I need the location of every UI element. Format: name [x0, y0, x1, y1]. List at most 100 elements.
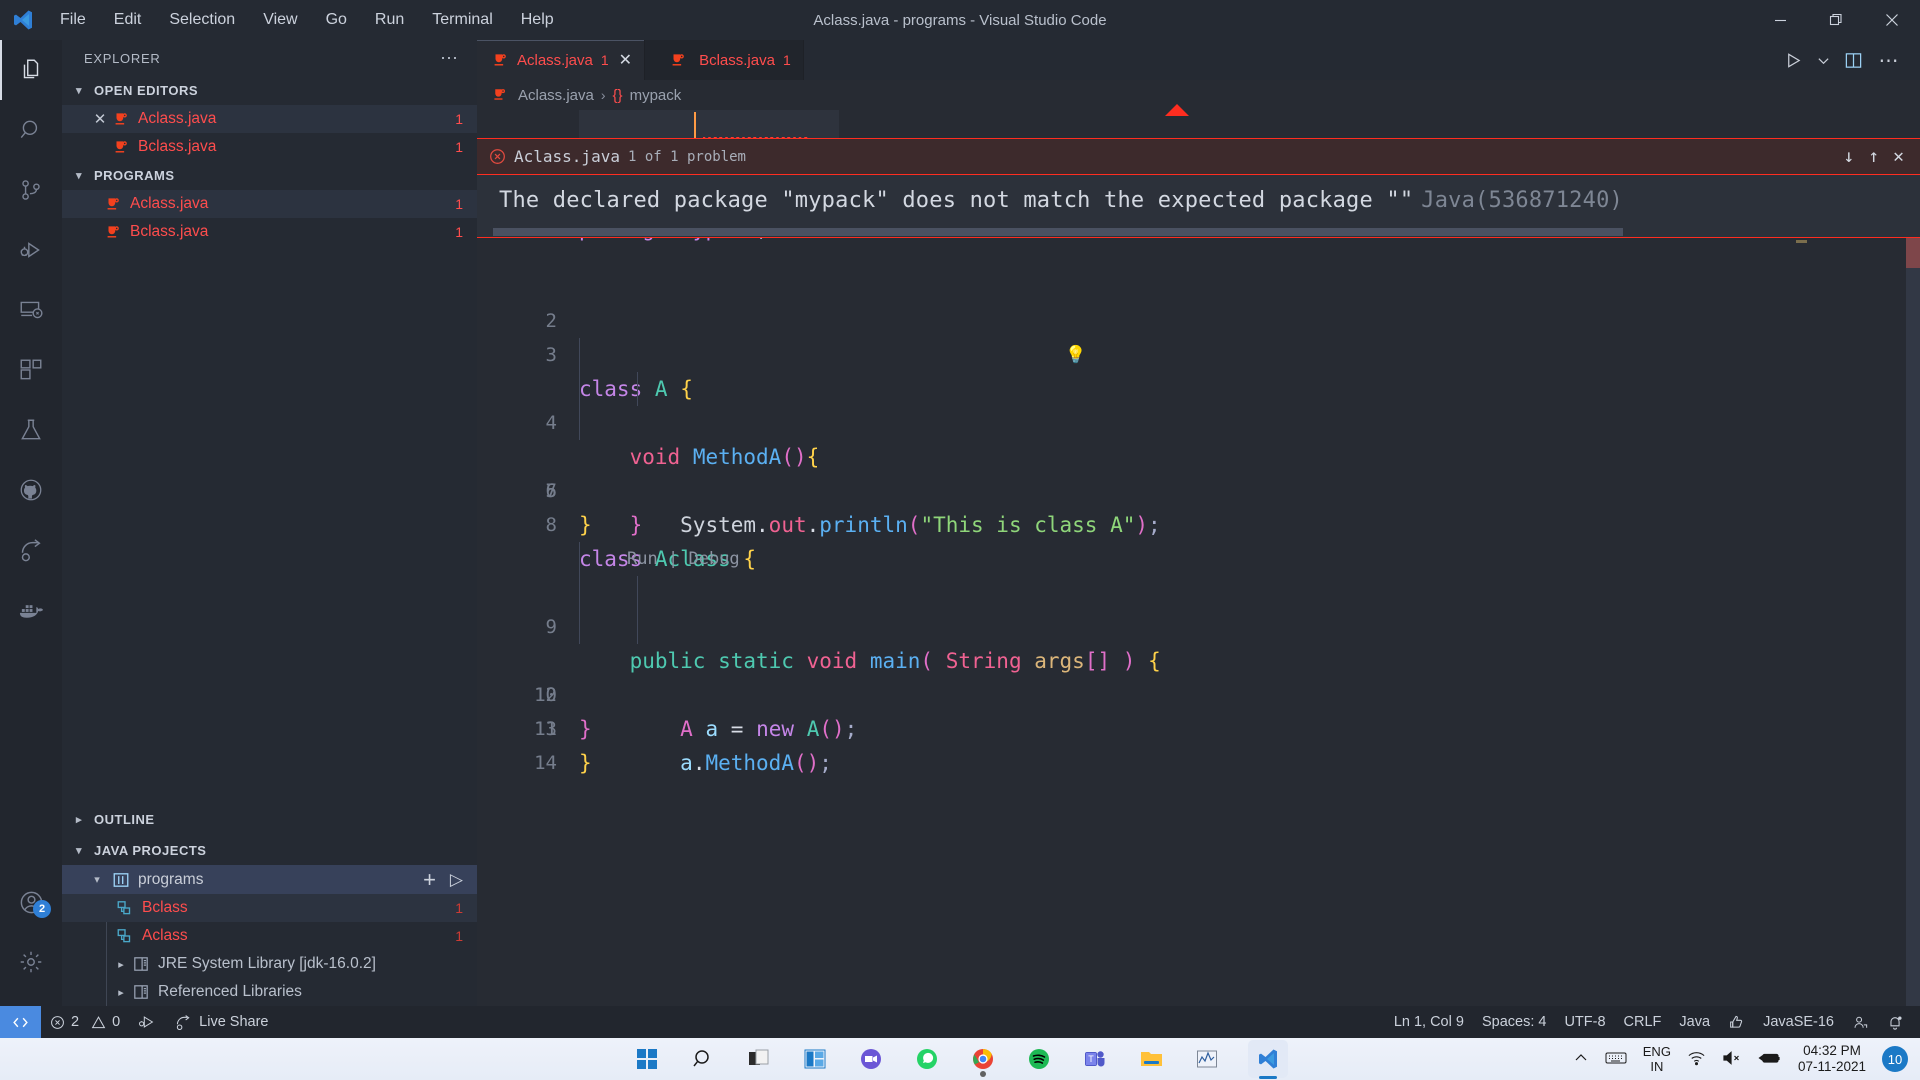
activitybar-testing[interactable]	[0, 400, 62, 460]
run-icon[interactable]: ▷	[450, 870, 463, 890]
volume-muted-icon[interactable]	[1722, 1050, 1742, 1069]
tab-bclass-java[interactable]: Bclass.java 1	[645, 40, 804, 80]
split-editor-icon[interactable]	[1836, 43, 1870, 77]
code-line-11[interactable]: 11 a.MethodA();	[477, 610, 1920, 644]
status-ports[interactable]	[129, 1006, 165, 1038]
wifi-icon[interactable]	[1687, 1050, 1706, 1069]
section-programs[interactable]: ▾ PROGRAMS	[62, 161, 477, 190]
code-line-5[interactable]: 5 System.out.println("This is class A");	[477, 372, 1920, 406]
chevron-down-icon[interactable]	[1812, 43, 1834, 77]
activitybar-search[interactable]	[0, 100, 62, 160]
code-line-3[interactable]: 3 class A {	[477, 304, 1920, 338]
windows-start-icon[interactable]	[632, 1044, 662, 1074]
status-cursor-position[interactable]: Ln 1, Col 9	[1385, 1006, 1473, 1038]
menu-terminal[interactable]: Terminal	[418, 5, 506, 35]
peek-horizontal-scrollbar[interactable]	[477, 227, 1920, 237]
language-indicator[interactable]: ENG IN	[1643, 1044, 1671, 1074]
status-eol[interactable]: CRLF	[1615, 1006, 1671, 1038]
activity-monitor-icon[interactable]	[1192, 1044, 1222, 1074]
menu-go[interactable]: Go	[312, 5, 361, 35]
battery-charging-icon[interactable]	[1758, 1050, 1782, 1069]
close-icon[interactable]: ✕	[88, 110, 112, 128]
chevron-up-icon[interactable]	[1573, 1050, 1589, 1069]
file-explorer-icon[interactable]	[1136, 1044, 1166, 1074]
ellipsis-icon[interactable]: ⋯	[1872, 43, 1906, 77]
task-view-icon[interactable]	[744, 1044, 774, 1074]
code-editor[interactable]: 1 package mypack; 2 💡 3 class A { 4 void…	[477, 110, 1920, 986]
status-problems[interactable]: 2 0	[41, 1006, 129, 1038]
breadcrumb[interactable]: Aclass.java › {} mypack	[477, 80, 1920, 110]
peek-close-icon[interactable]: ✕	[1893, 140, 1904, 174]
code-line-14[interactable]: 14	[477, 712, 1920, 746]
zoom-icon[interactable]	[856, 1044, 886, 1074]
open-editor-row-aclass[interactable]: ✕ Aclass.java 1	[62, 105, 477, 133]
vscode-icon[interactable]	[1248, 1040, 1288, 1078]
remote-indicator[interactable]	[0, 1006, 41, 1038]
status-language-mode[interactable]: Java	[1670, 1006, 1719, 1038]
window-controls[interactable]	[1752, 0, 1920, 40]
spotify-icon[interactable]	[1024, 1044, 1054, 1074]
code-line-8[interactable]: 8 class Aclass {	[477, 474, 1920, 508]
activitybar-explorer[interactable]	[0, 40, 62, 100]
java-class-row-aclass[interactable]: Aclass 1	[62, 922, 477, 950]
teams-icon[interactable]: T	[1080, 1044, 1110, 1074]
menu-run[interactable]: Run	[361, 5, 418, 35]
menu-selection[interactable]: Selection	[155, 5, 249, 35]
notification-badge[interactable]: 10	[1882, 1046, 1908, 1072]
activitybar-github[interactable]	[0, 460, 62, 520]
file-row-bclass-java[interactable]: Bclass.java 1	[62, 218, 477, 246]
java-library-row-jre[interactable]: ▸ JRE System Library [jdk-16.0.2]	[62, 950, 477, 978]
peek-actions[interactable]: ↓ ↑ ✕	[1843, 140, 1920, 174]
menu-view[interactable]: View	[249, 5, 311, 35]
menu-help[interactable]: Help	[507, 5, 568, 35]
activitybar-docker[interactable]	[0, 580, 62, 640]
keyboard-icon[interactable]	[1605, 1050, 1627, 1069]
code-lens-row[interactable]: Run | Debug	[477, 508, 1920, 542]
close-icon[interactable]	[1864, 0, 1920, 40]
breadcrumb-symbol[interactable]: mypack	[630, 87, 682, 104]
clock[interactable]: 04:32 PM 07-11-2021	[1798, 1043, 1866, 1075]
code-line-6[interactable]: 6 }	[477, 406, 1920, 440]
code-line-2[interactable]: 2 💡	[477, 270, 1920, 304]
section-open-editors[interactable]: ▾ OPEN EDITORS	[62, 76, 477, 105]
widgets-icon[interactable]	[800, 1044, 830, 1074]
file-row-aclass-java[interactable]: Aclass.java 1	[62, 190, 477, 218]
code-line-10[interactable]: 10 A a = new A();	[477, 576, 1920, 610]
menu-bar[interactable]: File Edit Selection View Go Run Terminal…	[46, 5, 568, 35]
chrome-icon[interactable]	[968, 1044, 998, 1074]
activitybar-run-debug[interactable]	[0, 220, 62, 280]
code-line-9[interactable]: 9 public static void main( String args[]…	[477, 542, 1920, 576]
whatsapp-icon[interactable]	[912, 1044, 942, 1074]
code-line-12[interactable]: 12 }	[477, 644, 1920, 678]
run-button[interactable]	[1776, 43, 1810, 77]
code-line-4[interactable]: 4 void MethodA(){	[477, 338, 1920, 372]
restore-icon[interactable]	[1808, 0, 1864, 40]
activitybar-accounts[interactable]: 2	[0, 872, 62, 932]
peek-next-icon[interactable]: ↓	[1843, 140, 1854, 174]
bell-dot-icon[interactable]	[1878, 1006, 1920, 1038]
activitybar-remote-explorer[interactable]	[0, 280, 62, 340]
account-icon[interactable]	[1843, 1006, 1878, 1038]
status-java-runtime[interactable]: JavaSE-16	[1754, 1006, 1843, 1038]
activitybar-extensions[interactable]	[0, 340, 62, 400]
peek-previous-icon[interactable]: ↑	[1868, 140, 1879, 174]
java-project-programs[interactable]: ▾ programs + ▷	[62, 865, 477, 894]
menu-edit[interactable]: Edit	[100, 5, 156, 35]
minimize-icon[interactable]	[1752, 0, 1808, 40]
close-icon[interactable]: ✕	[619, 50, 632, 70]
scrollbar-thumb[interactable]	[493, 228, 1623, 236]
code-line-13[interactable]: 13 }	[477, 678, 1920, 712]
open-editor-row-bclass[interactable]: Bclass.java 1	[62, 133, 477, 161]
section-java-projects[interactable]: ▾ JAVA PROJECTS	[62, 835, 477, 865]
activitybar-live-share[interactable]	[0, 520, 62, 580]
status-live-share[interactable]: Live Share	[165, 1006, 277, 1038]
java-class-row-bclass[interactable]: Bclass 1	[62, 894, 477, 922]
status-indentation[interactable]: Spaces: 4	[1473, 1006, 1556, 1038]
section-outline[interactable]: ▸ OUTLINE	[62, 803, 477, 835]
java-project-actions[interactable]: + ▷	[423, 867, 463, 893]
activitybar-settings[interactable]	[0, 932, 62, 992]
breadcrumb-file[interactable]: Aclass.java	[518, 87, 594, 104]
sidebar-more-icon[interactable]: ⋯	[440, 48, 459, 69]
search-icon[interactable]	[688, 1044, 718, 1074]
thumbsup-icon[interactable]	[1719, 1006, 1754, 1038]
